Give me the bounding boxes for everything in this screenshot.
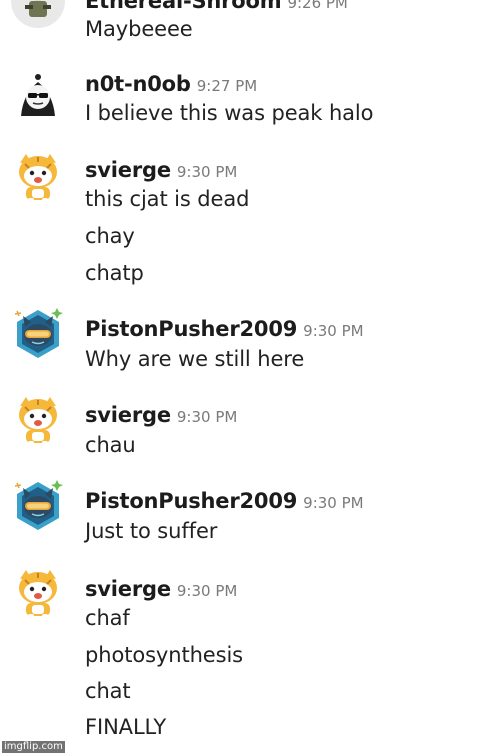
tiger-avatar-icon[interactable] (11, 566, 65, 620)
message-text[interactable]: chau (85, 432, 136, 458)
message-text[interactable]: chatp (85, 260, 144, 286)
message-text[interactable]: Why are we still here (85, 346, 304, 372)
author-name[interactable]: PistonPusher2009 (85, 317, 297, 341)
message-text[interactable]: chat (85, 678, 131, 704)
message-timestamp: 9:30 PM (176, 163, 238, 181)
message-timestamp: 9:27 PM (196, 77, 258, 95)
author-name[interactable]: PistonPusher2009 (85, 489, 297, 513)
message-header: svierge 9:30 PM (85, 157, 237, 183)
cat-visor-avatar-icon[interactable] (11, 307, 65, 361)
message-timestamp: 9:30 PM (303, 494, 364, 512)
message-header: svierge 9:30 PM (85, 576, 237, 602)
tiger-avatar-icon[interactable] (11, 393, 65, 447)
imgflip-watermark: imgflip.com (2, 741, 65, 753)
message-timestamp: 9:30 PM (176, 408, 238, 426)
message-timestamp: 9:30 PM (176, 582, 238, 600)
message-text[interactable]: chay (85, 223, 135, 249)
message-text[interactable]: photosynthesis (85, 642, 243, 668)
tiger-avatar-icon[interactable] (11, 150, 65, 204)
author-name[interactable]: n0t-n0ob (85, 72, 191, 96)
message-timestamp: 9:30 PM (303, 322, 364, 340)
message-header: Ethereal-Shroom 9:26 PM (85, 0, 348, 14)
author-name[interactable]: svierge (85, 158, 171, 182)
author-name[interactable]: Ethereal-Shroom (85, 0, 282, 13)
message-header: PistonPusher2009 9:30 PM (85, 316, 364, 342)
cat-visor-avatar-icon[interactable] (11, 479, 65, 533)
author-name[interactable]: svierge (85, 577, 171, 601)
sunglasses-hood-avatar-icon[interactable] (11, 70, 65, 124)
message-text[interactable]: FINALLY (85, 714, 166, 740)
message-text[interactable]: Maybeeee (85, 16, 193, 42)
author-name[interactable]: svierge (85, 403, 171, 427)
message-text[interactable]: Just to suffer (85, 518, 217, 544)
message-text[interactable]: this cjat is dead (85, 186, 249, 212)
message-text[interactable]: I believe this was peak halo (85, 100, 374, 126)
message-header: n0t-n0ob 9:27 PM (85, 71, 257, 97)
soldier-avatar-icon[interactable] (11, 0, 65, 28)
message-header: PistonPusher2009 9:30 PM (85, 488, 364, 514)
message-timestamp: 9:26 PM (287, 0, 348, 12)
message-text[interactable]: chaf (85, 605, 130, 631)
message-header: svierge 9:30 PM (85, 402, 237, 428)
